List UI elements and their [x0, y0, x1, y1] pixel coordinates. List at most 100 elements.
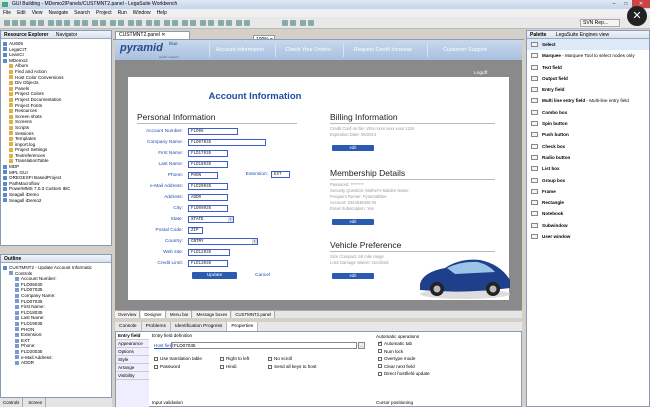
menu-search[interactable]: Search — [74, 9, 90, 17]
toolbar-button-icon[interactable] — [146, 20, 152, 26]
tab-problems[interactable]: Problems — [142, 322, 171, 331]
tab-screen[interactable]: Screen — [25, 398, 47, 407]
palette-item[interactable]: Rectangle — [527, 197, 649, 208]
tab-editor-3[interactable]: Message boxes — [193, 311, 232, 318]
palette-item[interactable]: Marquee - Marquee Tool to select nodes o… — [527, 50, 649, 61]
menu-view[interactable]: View — [32, 9, 43, 17]
palette-item[interactable]: List box — [527, 163, 649, 174]
toolbar-button-icon[interactable] — [290, 20, 296, 26]
option-checkbox[interactable]: Use translation table — [154, 356, 202, 362]
field-input[interactable]: ADDR — [188, 194, 228, 201]
palette-item[interactable]: Multi line entry field - Multi-line entr… — [527, 95, 649, 106]
field-dropdown[interactable]: CNTRY ▾ — [188, 238, 258, 245]
tab-custmnt2-panel[interactable]: CUSTMNT2.panel ✕ — [115, 31, 190, 39]
toolbar-button-icon[interactable] — [218, 20, 224, 26]
menu-run[interactable]: Run — [118, 9, 127, 17]
option-checkbox[interactable]: Password — [154, 364, 180, 370]
vehicle-edit-button[interactable]: edit — [332, 273, 374, 279]
toolbar-button-icon[interactable] — [118, 20, 124, 26]
toolbar-button-icon[interactable] — [110, 20, 116, 26]
toolbar-button-icon[interactable] — [100, 20, 106, 26]
toolbar-button-icon[interactable] — [48, 20, 54, 26]
toolbar-button-icon[interactable] — [236, 20, 242, 26]
palette-item[interactable]: Group box — [527, 175, 649, 186]
toolbar-button-icon[interactable] — [82, 20, 88, 26]
option-checkbox[interactable]: Hindi — [220, 364, 236, 370]
palette-item[interactable]: Combo box — [527, 107, 649, 118]
toolbar-button-icon[interactable] — [128, 20, 134, 26]
props-side-tab[interactable]: Arrange — [116, 364, 149, 372]
toolbar-button-icon[interactable] — [244, 20, 250, 26]
billing-edit-button[interactable]: edit — [332, 145, 374, 151]
tab-identification-progress[interactable]: Identification Progress — [171, 322, 228, 331]
nav-item[interactable]: Account Information — [211, 45, 269, 55]
toolbar-button-icon[interactable] — [20, 20, 26, 26]
field-input[interactable]: FLD13035 — [188, 260, 228, 267]
nav-item[interactable]: Check Your Orders — [277, 45, 339, 55]
tab-console[interactable]: Console — [115, 322, 142, 331]
option-checkbox[interactable]: Right to left — [220, 356, 249, 362]
field-input[interactable]: FLD09035 — [188, 205, 228, 212]
props-side-tab[interactable]: Visibility — [116, 372, 149, 380]
tab-editor-2[interactable]: Menu bar — [166, 311, 193, 318]
props-side-tab[interactable]: Style — [116, 356, 149, 364]
field-input[interactable]: FLD07035 — [188, 139, 266, 146]
menu-file[interactable]: File — [3, 9, 11, 17]
toolbar-button-icon[interactable] — [38, 20, 44, 26]
toolbar-button-icon[interactable] — [30, 20, 36, 26]
perspective-svn[interactable]: SVN Rep... — [580, 19, 620, 27]
toolbar-button-icon[interactable] — [308, 20, 314, 26]
auto-op-checkbox[interactable]: Automatic tab — [378, 340, 412, 347]
props-side-tab[interactable]: Appearance — [116, 340, 149, 348]
resource-tree-item[interactable]: Seagull iDemo2 — [3, 198, 111, 204]
field-dropdown[interactable]: STATE ▾ — [188, 216, 234, 223]
option-checkbox[interactable]: No scroll — [268, 356, 292, 362]
props-side-tab[interactable]: Entry field — [116, 332, 149, 340]
toolbar-button-icon[interactable] — [300, 20, 306, 26]
palette-item[interactable]: Subwindow — [527, 220, 649, 231]
host-field-input[interactable]: FLD07035 — [171, 342, 357, 349]
palette-item[interactable]: User window — [527, 231, 649, 242]
toolbar-button-icon[interactable] — [282, 20, 288, 26]
field-input[interactable]: FLD06 — [188, 128, 238, 135]
nav-item[interactable]: Customer Support — [429, 45, 501, 55]
cancel-button[interactable]: Cancel — [255, 273, 270, 278]
field-input[interactable]: FLD17035 — [188, 150, 228, 157]
minimize-button[interactable]: – — [608, 0, 620, 8]
menu-navigate[interactable]: Navigate — [48, 9, 68, 17]
palette-item[interactable]: Frame — [527, 186, 649, 197]
toolbar-button-icon[interactable] — [172, 20, 178, 26]
outline-item[interactable]: ADDR — [3, 360, 111, 366]
toolbar-button-icon[interactable] — [4, 20, 10, 26]
close-overlay-icon[interactable]: ✕ — [627, 6, 647, 26]
auto-op-checkbox[interactable]: Overtype mode — [378, 356, 415, 362]
auto-op-checkbox[interactable]: Num lock — [378, 349, 403, 355]
toolbar-button-icon[interactable] — [92, 20, 98, 26]
palette-item[interactable]: Notebook — [527, 208, 649, 219]
toolbar-button-icon[interactable] — [190, 20, 196, 26]
menu-edit[interactable]: Edit — [17, 9, 26, 17]
palette-item[interactable]: Select — [527, 39, 649, 51]
palette-item[interactable]: Check box — [527, 141, 649, 152]
palette-item[interactable]: Output field — [527, 73, 649, 84]
palette-item[interactable]: Spin button — [527, 118, 649, 129]
tab-legasuite-engines[interactable]: LegaSuite Engines view — [556, 32, 609, 38]
host-field-browse-button[interactable]: … — [358, 342, 365, 349]
toolbar-button-icon[interactable] — [154, 20, 160, 26]
toolbar-button-icon[interactable] — [208, 20, 214, 26]
toolbar-button-icon[interactable] — [56, 20, 62, 26]
toolbar-button-icon[interactable] — [64, 20, 70, 26]
toolbar-button-icon[interactable] — [136, 20, 142, 26]
toolbar-button-icon[interactable] — [12, 20, 18, 26]
tab-properties[interactable]: Properties — [227, 322, 259, 331]
props-side-tab[interactable]: Options — [116, 348, 149, 356]
field-input[interactable]: FLD18035 — [188, 161, 228, 168]
toolbar-button-icon[interactable] — [200, 20, 206, 26]
tab-controls[interactable]: Controls — [0, 398, 24, 407]
logoff-link[interactable]: Logoff — [474, 71, 487, 76]
menu-help[interactable]: Help — [157, 9, 167, 17]
toolbar-button-icon[interactable] — [226, 20, 232, 26]
palette-item[interactable]: Push button — [527, 129, 649, 140]
field-input[interactable]: FLD20035 — [188, 183, 228, 190]
palette-item[interactable]: Entry field — [527, 84, 649, 95]
